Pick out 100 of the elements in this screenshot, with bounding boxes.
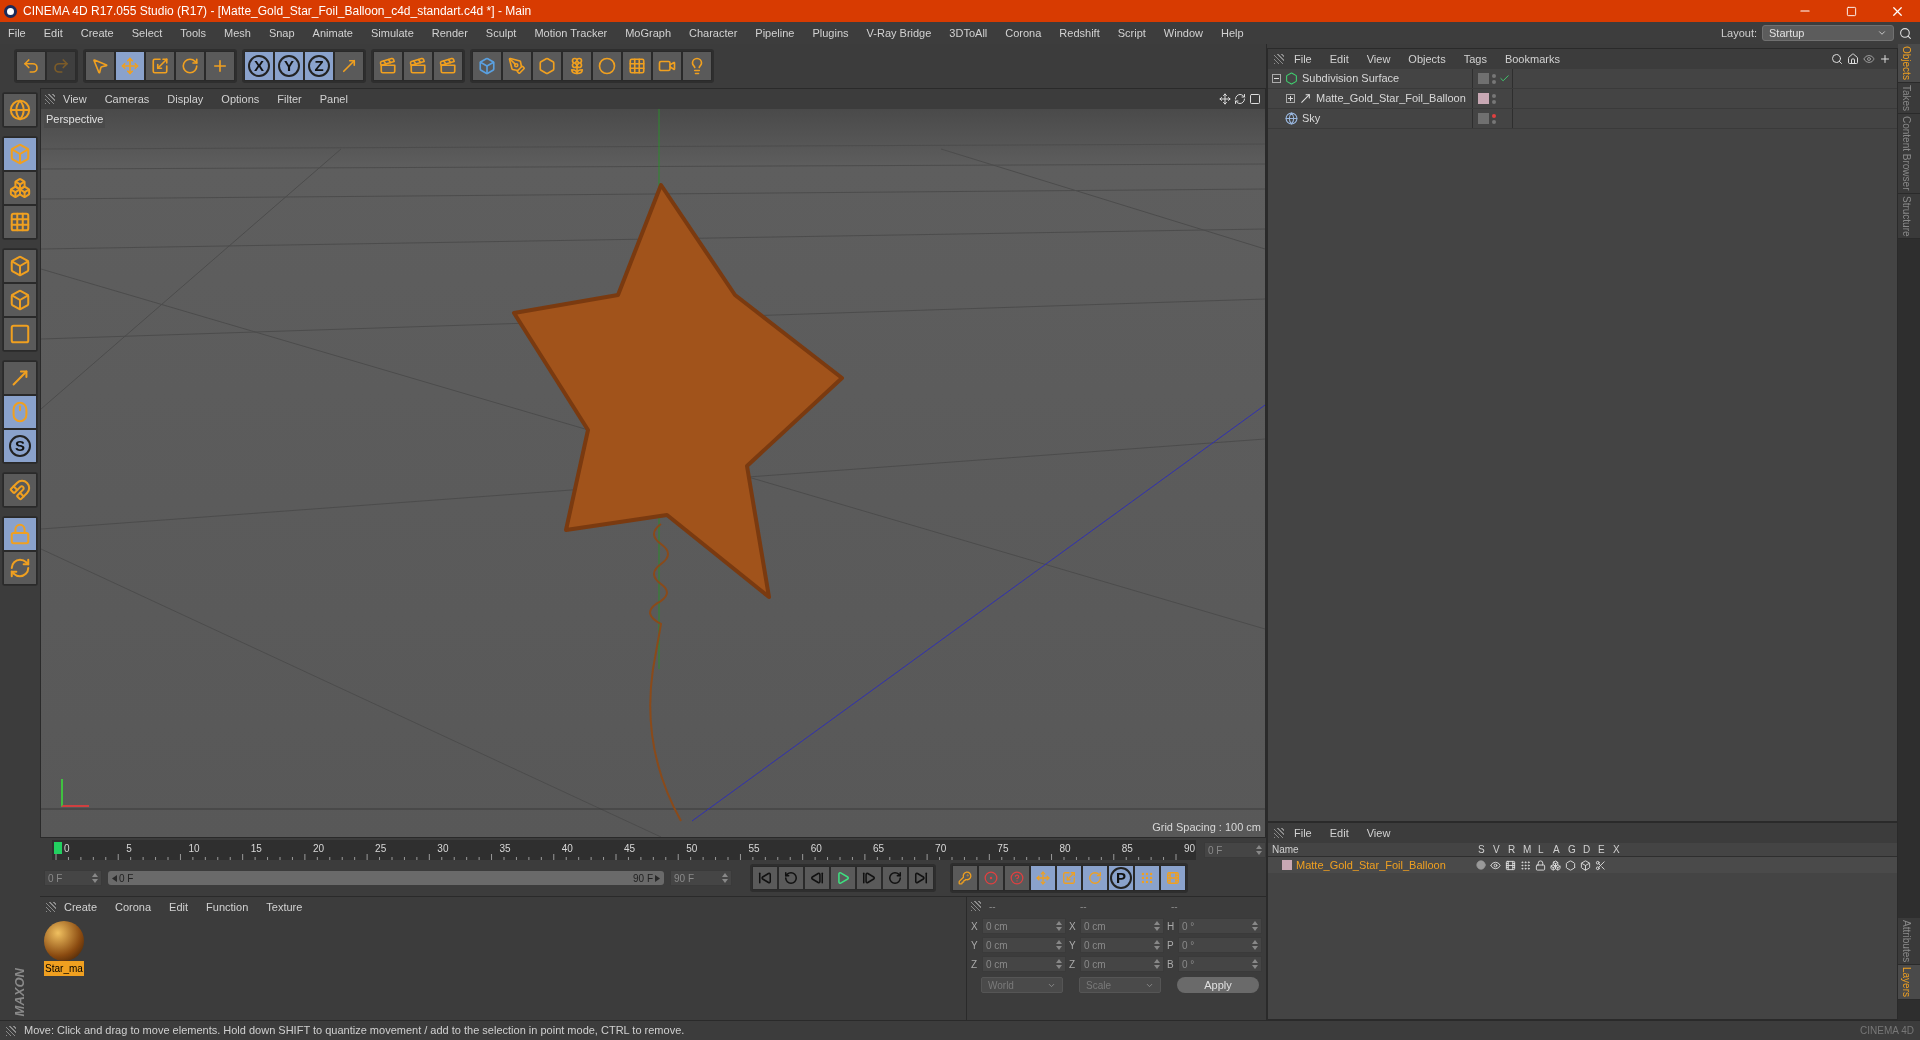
tool-button[interactable]	[3, 473, 37, 507]
generator-icon[interactable]	[1565, 859, 1576, 871]
spinner-icon[interactable]	[1056, 921, 1062, 931]
check-icon[interactable]	[1499, 73, 1510, 84]
column-header[interactable]: R	[1508, 842, 1523, 857]
tool-button[interactable]	[373, 51, 403, 81]
tool-button[interactable]	[3, 395, 37, 429]
visibility-dots-icon[interactable]	[1492, 113, 1496, 124]
expand-icon[interactable]	[1286, 94, 1295, 103]
tool-button[interactable]	[433, 51, 463, 81]
menu-item[interactable]: Help	[1220, 24, 1244, 42]
column-header[interactable]: D	[1583, 842, 1598, 857]
axis-button[interactable]: S	[3, 429, 37, 463]
menu-item[interactable]: Animate	[312, 24, 353, 42]
tool-button[interactable]	[3, 249, 37, 283]
timeline-ruler[interactable]: 0 5 10 15 20 25 30 35 40 45 50 55 60 65 70 75 80 85 90	[52, 840, 1196, 860]
tool-button[interactable]	[403, 51, 433, 81]
spinner-icon[interactable]	[1154, 940, 1160, 950]
visibility-dots-icon[interactable]	[1492, 73, 1496, 84]
tool-button[interactable]	[334, 51, 364, 81]
menu-item[interactable]: Panel	[319, 90, 348, 108]
panel-grip-icon[interactable]	[971, 901, 981, 911]
menu-item[interactable]: MoGraph	[625, 24, 672, 42]
right-arrow-icon[interactable]	[655, 874, 660, 882]
menu-item[interactable]: Corona	[1005, 24, 1042, 42]
tool-button[interactable]	[3, 137, 37, 171]
tool-button[interactable]	[85, 51, 115, 81]
column-header[interactable]: L	[1538, 842, 1553, 857]
menu-item[interactable]: Filter	[277, 90, 302, 108]
menu-item[interactable]: Window	[1163, 24, 1203, 42]
menu-item[interactable]: Edit	[1329, 824, 1349, 842]
tool-button[interactable]	[622, 51, 652, 81]
spinner-icon[interactable]	[1252, 921, 1258, 931]
tool-button[interactable]	[3, 551, 37, 585]
tool-button[interactable]	[205, 51, 235, 81]
search-icon[interactable]	[1899, 26, 1912, 40]
menu-item[interactable]: Motion Tracker	[534, 24, 608, 42]
column-header[interactable]: Name	[1272, 842, 1478, 857]
tool-button[interactable]	[115, 51, 145, 81]
spinner-icon[interactable]	[1252, 959, 1258, 969]
tool-button[interactable]	[3, 517, 37, 551]
menu-item[interactable]: Tools	[180, 24, 206, 42]
maximize-icon[interactable]	[1249, 93, 1261, 105]
spinner-icon[interactable]	[92, 873, 98, 883]
axis-button[interactable]: Y	[274, 51, 304, 81]
tool-button[interactable]	[175, 51, 205, 81]
menu-item[interactable]: Texture	[266, 898, 303, 916]
menu-item[interactable]: Mesh	[224, 24, 251, 42]
tool-button[interactable]	[502, 51, 532, 81]
axis-button[interactable]: P	[1108, 865, 1134, 891]
tool-button[interactable]	[3, 171, 37, 205]
viewport-canvas[interactable]: Perspective Grid Spacing : 100 cm	[41, 109, 1265, 837]
eye-icon[interactable]	[1490, 859, 1501, 871]
collapse-icon[interactable]	[1272, 74, 1281, 83]
spinner-icon[interactable]	[1154, 921, 1160, 931]
menu-item[interactable]: Script	[1117, 24, 1146, 42]
spinner-icon[interactable]	[1252, 940, 1258, 950]
apply-button[interactable]: Apply	[1177, 977, 1259, 993]
menu-item[interactable]: Simulate	[370, 24, 414, 42]
spinner-icon[interactable]	[1056, 959, 1062, 969]
menu-item[interactable]: Corona	[115, 898, 152, 916]
tool-button[interactable]	[682, 51, 712, 81]
spinner-icon[interactable]	[1056, 940, 1062, 950]
solo-icon[interactable]	[1476, 860, 1486, 870]
column-header[interactable]: M	[1523, 842, 1538, 857]
menu-item[interactable]: Bookmarks	[1504, 50, 1560, 68]
tool-button[interactable]	[1134, 865, 1160, 891]
home-icon[interactable]	[1847, 53, 1859, 65]
tool-button[interactable]	[1004, 865, 1030, 891]
lock-icon[interactable]	[1535, 859, 1546, 871]
tool-button[interactable]	[3, 93, 37, 127]
menu-item[interactable]: Character	[689, 24, 738, 42]
tool-button[interactable]	[562, 51, 592, 81]
menu-item[interactable]: Plugins	[812, 24, 849, 42]
menu-item[interactable]: View	[63, 90, 87, 108]
tool-button[interactable]	[952, 865, 978, 891]
orbit-icon[interactable]	[1234, 93, 1246, 105]
spinner-icon[interactable]	[722, 873, 728, 883]
menu-item[interactable]: Edit	[43, 24, 63, 42]
menu-item[interactable]: File	[1294, 824, 1312, 842]
tool-button[interactable]	[3, 361, 37, 395]
menu-item[interactable]: Edit	[1329, 50, 1349, 68]
playhead-marker[interactable]	[54, 842, 62, 854]
menu-item[interactable]: 3DToAll	[949, 24, 988, 42]
tool-button[interactable]	[652, 51, 682, 81]
panel-grip-icon[interactable]	[45, 94, 55, 104]
tool-button[interactable]	[3, 205, 37, 239]
menu-item[interactable]: Edit	[169, 898, 189, 916]
menu-item[interactable]: Function	[206, 898, 249, 916]
side-tab[interactable]: Objects	[1898, 44, 1920, 83]
column-header[interactable]: G	[1568, 842, 1583, 857]
menu-item[interactable]: Options	[221, 90, 260, 108]
side-tab[interactable]: Layers	[1898, 965, 1920, 1000]
visibility-dots-icon[interactable]	[1492, 93, 1496, 104]
menu-item[interactable]: File	[8, 24, 26, 42]
tool-button[interactable]	[532, 51, 562, 81]
object-name[interactable]: Subdivision Surface	[1302, 70, 1400, 87]
left-arrow-icon[interactable]	[112, 874, 117, 882]
tool-button[interactable]	[472, 51, 502, 81]
menu-item[interactable]: Tags	[1463, 50, 1487, 68]
